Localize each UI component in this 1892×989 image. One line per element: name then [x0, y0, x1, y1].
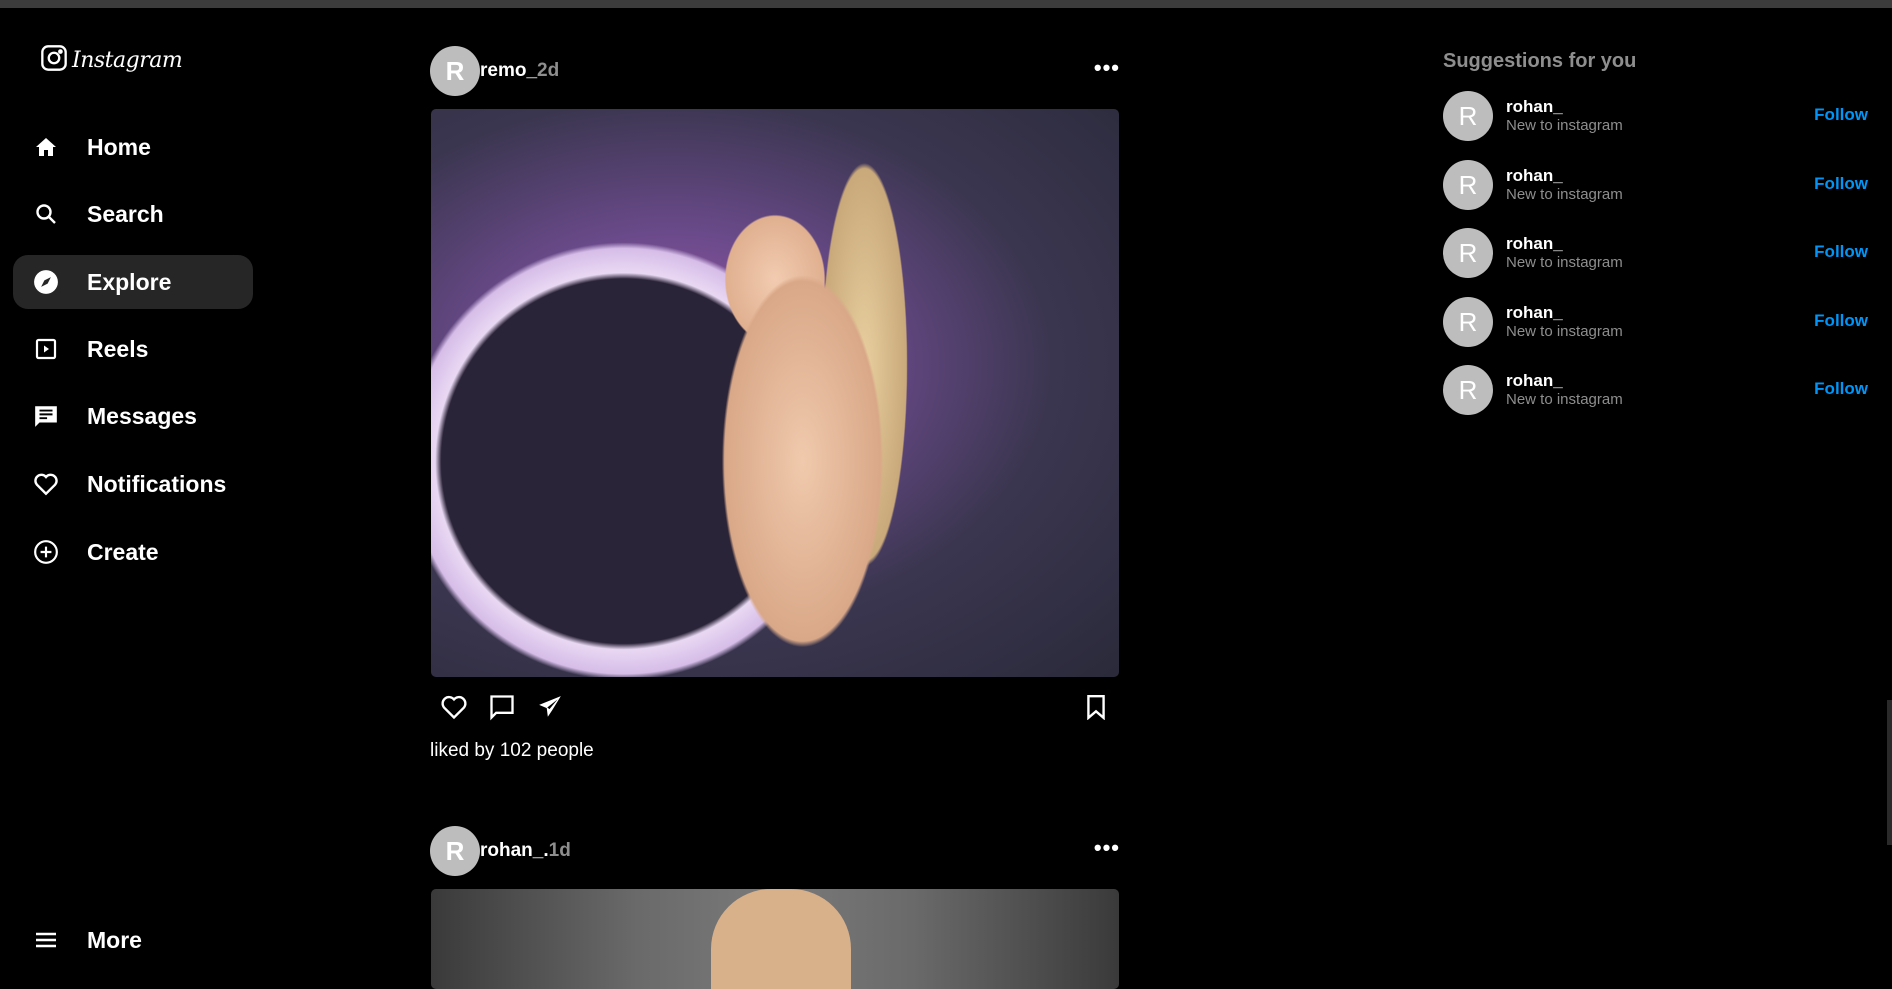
sidebar-item-create[interactable]: Create	[13, 525, 253, 579]
likes-count: liked by 102 people	[430, 740, 594, 761]
sidebar-item-label: Reels	[87, 335, 149, 362]
post-username[interactable]: rohan_.	[480, 840, 549, 862]
follow-button[interactable]: Follow	[1814, 379, 1868, 399]
sidebar-item-label: Search	[87, 200, 164, 227]
avatar[interactable]: R	[430, 46, 480, 96]
more-options-icon[interactable]: •••	[1094, 57, 1120, 79]
bookmark-icon[interactable]	[1081, 692, 1111, 722]
suggestion-name[interactable]: rohan_	[1506, 166, 1623, 186]
follow-button[interactable]: Follow	[1814, 174, 1868, 194]
sidebar-item-label: Notifications	[87, 470, 227, 497]
share-icon[interactable]	[535, 692, 565, 722]
post-image[interactable]	[431, 889, 1119, 989]
suggestion-subtitle: New to instagram	[1506, 254, 1623, 271]
avatar[interactable]: R	[430, 826, 480, 876]
home-icon	[33, 134, 59, 160]
suggestion-subtitle: New to instagram	[1506, 186, 1623, 203]
menu-icon	[33, 927, 59, 953]
sidebar-item-reels[interactable]: Reels	[13, 322, 253, 376]
post-username[interactable]: remo_	[480, 60, 537, 82]
sidebar-item-label: Create	[87, 538, 159, 565]
message-icon	[33, 403, 59, 429]
avatar[interactable]: R	[1443, 160, 1493, 210]
sidebar-item-messages[interactable]: Messages	[13, 389, 253, 443]
sidebar-item-label: Home	[87, 133, 151, 160]
follow-button[interactable]: Follow	[1814, 311, 1868, 331]
suggestion-item: R rohan_ New to instagram Follow	[1443, 160, 1868, 210]
logo-text: Instagram	[72, 48, 183, 73]
avatar[interactable]: R	[1443, 297, 1493, 347]
suggestion-subtitle: New to instagram	[1506, 323, 1623, 340]
avatar[interactable]: R	[1443, 365, 1493, 415]
sidebar-item-search[interactable]: Search	[13, 187, 253, 241]
avatar[interactable]: R	[1443, 228, 1493, 278]
suggestion-subtitle: New to instagram	[1506, 391, 1623, 408]
suggestion-item: R rohan_ New to instagram Follow	[1443, 91, 1868, 141]
post-time: 2d	[537, 60, 560, 81]
suggestion-item: R rohan_ New to instagram Follow	[1443, 297, 1868, 347]
suggestion-name[interactable]: rohan_	[1506, 97, 1623, 117]
suggestion-name[interactable]: rohan_	[1506, 234, 1623, 254]
post-image[interactable]	[431, 109, 1119, 677]
reels-icon	[33, 336, 59, 362]
follow-button[interactable]: Follow	[1814, 105, 1868, 125]
avatar[interactable]: R	[1443, 91, 1493, 141]
instagram-logo[interactable]: Instagram	[40, 44, 183, 77]
post-time: 1d	[548, 840, 571, 861]
suggestion-item: R rohan_ New to instagram Follow	[1443, 365, 1868, 415]
compass-icon	[33, 269, 59, 295]
suggestion-subtitle: New to instagram	[1506, 117, 1623, 134]
heart-icon	[33, 471, 59, 497]
suggestions-title: Suggestions for you	[1443, 50, 1637, 72]
sidebar-item-label: More	[87, 926, 142, 953]
sidebar-item-notifications[interactable]: Notifications	[13, 457, 253, 511]
sidebar-item-home[interactable]: Home	[13, 120, 253, 174]
post-header: R rohan_. 1d •••	[430, 826, 1120, 876]
browser-top-bar	[0, 0, 1892, 8]
comment-icon[interactable]	[487, 692, 517, 722]
sidebar-item-label: Messages	[87, 402, 197, 429]
sidebar-item-explore[interactable]: Explore	[13, 255, 253, 309]
scrollbar[interactable]	[1887, 700, 1892, 845]
suggestion-item: R rohan_ New to instagram Follow	[1443, 228, 1868, 278]
like-icon[interactable]	[439, 692, 469, 722]
post-actions	[431, 692, 1119, 722]
search-icon	[33, 201, 59, 227]
follow-button[interactable]: Follow	[1814, 242, 1868, 262]
post-header: R remo_ 2d •••	[430, 46, 1120, 96]
sidebar-item-more[interactable]: More	[13, 913, 253, 967]
sidebar-item-label: Explore	[87, 268, 172, 295]
plus-circle-icon	[33, 539, 59, 565]
instagram-camera-icon	[40, 44, 68, 77]
suggestion-name[interactable]: rohan_	[1506, 303, 1623, 323]
suggestion-name[interactable]: rohan_	[1506, 371, 1623, 391]
more-options-icon[interactable]: •••	[1094, 837, 1120, 859]
